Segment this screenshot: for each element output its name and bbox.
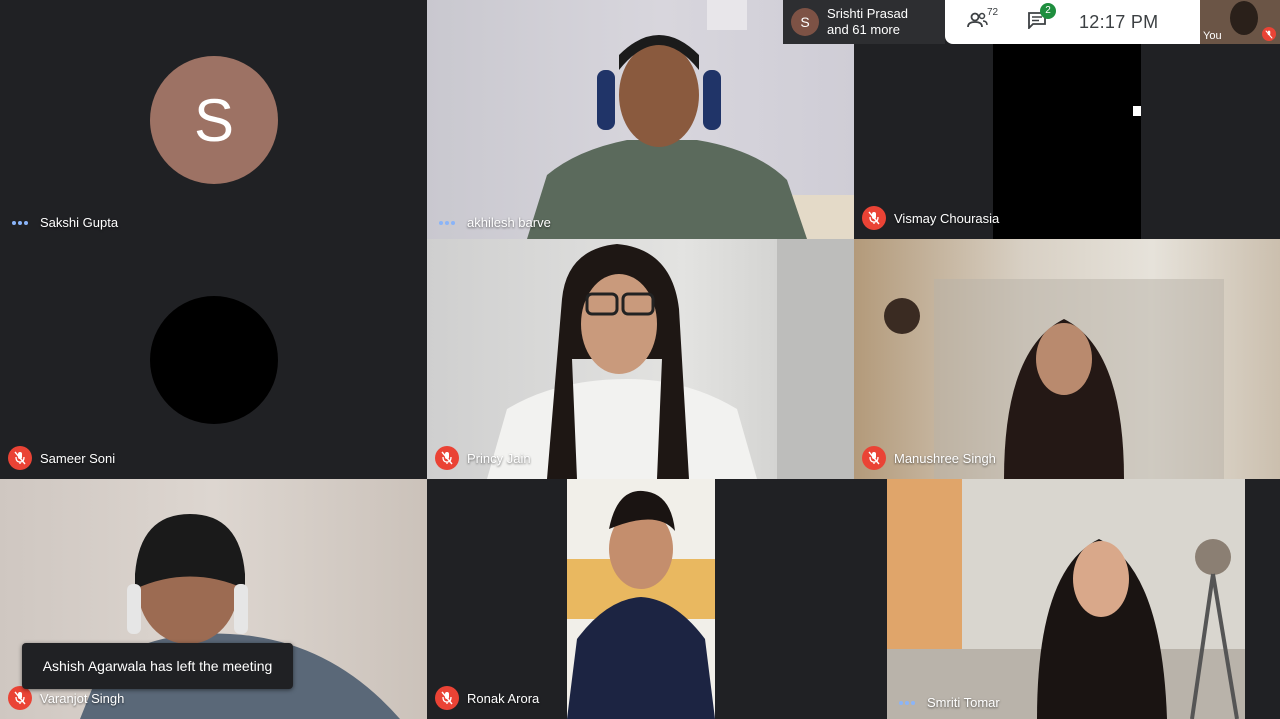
meeting-toolbar: 72 2 12:17 PM xyxy=(945,0,1200,44)
chat-badge: 2 xyxy=(1040,2,1056,19)
participant-name-row: Ronak Arora xyxy=(435,686,539,710)
avatar xyxy=(150,296,278,424)
more-dots-icon xyxy=(8,220,32,226)
people-icon xyxy=(967,11,989,34)
participant-name: Princy Jain xyxy=(467,450,531,466)
presenter-indicator[interactable]: S Srishti Prasad and 61 more xyxy=(783,0,945,44)
mic-off-icon xyxy=(862,206,886,230)
tile-manushree[interactable]: Manushree Singh xyxy=(854,239,1280,479)
tile-smriti[interactable]: Smriti Tomar xyxy=(887,479,1280,719)
participant-name: Varanjot Singh xyxy=(40,690,125,706)
participant-name-row: Smriti Tomar xyxy=(895,695,1000,710)
participant-name-row: Vismay Chourasia xyxy=(862,206,999,230)
presenter-name: Srishti Prasad xyxy=(827,6,908,21)
self-label: You xyxy=(1203,30,1222,42)
presenter-text: Srishti Prasad and 61 more xyxy=(827,6,908,38)
mic-off-icon xyxy=(8,686,32,710)
participant-name: Ronak Arora xyxy=(467,690,540,706)
participant-name-row: Sameer Soni xyxy=(8,446,115,470)
participant-name: Sakshi Gupta xyxy=(40,215,119,230)
participant-name-row: Sakshi Gupta xyxy=(8,215,118,230)
people-count: 72 xyxy=(987,6,999,18)
notification-toast: Ashish Agarwala has left the meeting xyxy=(22,643,293,689)
participant-video xyxy=(487,239,854,479)
mic-off-icon xyxy=(8,446,32,470)
meeting-clock: 12:17 PM xyxy=(1079,11,1159,32)
participant-video xyxy=(887,479,1245,719)
toast-message: Ashish Agarwala has left the meeting xyxy=(42,658,273,674)
mic-off-icon xyxy=(435,446,459,470)
avatar: S xyxy=(150,56,278,184)
participant-name: Smriti Tomar xyxy=(927,695,1000,710)
participant-name-row: akhilesh barve xyxy=(435,215,551,230)
avatar: S xyxy=(791,8,819,36)
more-dots-icon xyxy=(435,220,459,226)
participant-name: Sameer Soni xyxy=(40,450,116,466)
more-dots-icon xyxy=(895,700,919,706)
participant-video xyxy=(884,279,1224,479)
tile-princy[interactable]: Princy Jain xyxy=(427,239,854,479)
participant-name: akhilesh barve xyxy=(467,215,551,230)
mic-off-icon xyxy=(862,446,886,470)
avatar-initial: S xyxy=(800,14,810,30)
participant-name-row: Manushree Singh xyxy=(862,446,996,470)
participant-name-row: Varanjot Singh xyxy=(8,686,124,710)
participant-name: Manushree Singh xyxy=(894,450,996,466)
participant-video xyxy=(567,479,715,719)
self-view[interactable]: You xyxy=(1200,0,1280,44)
tile-sameer[interactable]: Sameer Soni xyxy=(0,239,427,479)
video-artifact xyxy=(1133,106,1141,116)
mic-off-icon xyxy=(435,686,459,710)
participant-name: Vismay Chourasia xyxy=(894,210,1000,226)
tile-sakshi[interactable]: S Sakshi Gupta xyxy=(0,0,427,239)
mic-off-icon xyxy=(1262,27,1276,41)
chat-button[interactable]: 2 xyxy=(1027,2,1056,34)
tile-ronak[interactable]: Ronak Arora xyxy=(427,479,887,719)
avatar-initial: S xyxy=(193,86,235,154)
presenter-more: and 61 more xyxy=(827,22,900,37)
participant-name-row: Princy Jain xyxy=(435,446,531,470)
people-button[interactable]: 72 xyxy=(967,7,998,34)
